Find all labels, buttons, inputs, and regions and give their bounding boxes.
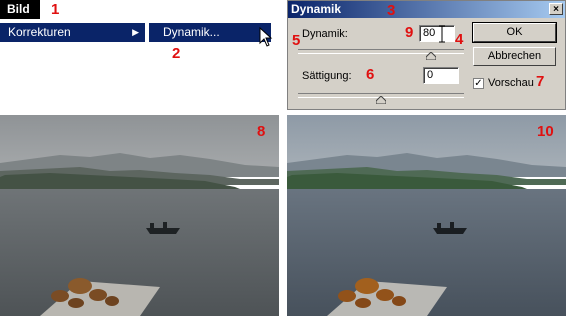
menu-bild[interactable]: Bild xyxy=(0,0,40,19)
dialog-titlebar[interactable]: Dynamik × xyxy=(288,1,565,18)
text-cursor-icon xyxy=(439,25,445,43)
mouse-pointer-icon xyxy=(259,27,273,47)
photo-after xyxy=(287,115,566,316)
photo-before xyxy=(0,115,279,316)
preview-checkbox[interactable]: ✓ xyxy=(473,78,484,89)
marker-10: 10 xyxy=(537,123,554,140)
menu-item-korrekturen-label: Korrekturen xyxy=(8,25,71,39)
preview-label: Vorschau xyxy=(488,77,534,89)
marker-6: 6 xyxy=(366,66,375,83)
dialog-title: Dynamik xyxy=(291,2,342,16)
dynamik-slider-track[interactable] xyxy=(298,49,464,54)
marker-7: 7 xyxy=(536,73,545,90)
close-icon[interactable]: × xyxy=(549,3,563,15)
checkbox-check-icon: ✓ xyxy=(474,78,483,89)
dynamik-dialog: Dynamik × Dynamik: 80 Sättigung: 0 OK Ab… xyxy=(287,0,566,110)
marker-8: 8 xyxy=(257,123,266,140)
dynamik-label: Dynamik: xyxy=(302,28,348,40)
menu-item-korrekturen[interactable]: Korrekturen ▶ xyxy=(0,23,145,42)
marker-4: 4 xyxy=(455,31,464,48)
saettigung-label: Sättigung: xyxy=(302,70,352,82)
marker-1: 1 xyxy=(51,1,60,18)
menu-item-dynamik[interactable]: Dynamik... xyxy=(149,23,271,42)
cancel-button[interactable]: Abbrechen xyxy=(473,47,556,66)
saettigung-value: 0 xyxy=(427,69,434,81)
dynamik-value: 80 xyxy=(423,27,436,39)
slider-thumb-icon[interactable] xyxy=(425,52,436,60)
dynamik-value-field[interactable]: 80 xyxy=(419,25,455,42)
ok-button[interactable]: OK xyxy=(472,22,557,43)
marker-9: 9 xyxy=(405,24,414,41)
saettigung-value-field[interactable]: 0 xyxy=(423,67,459,84)
marker-5: 5 xyxy=(292,32,301,49)
marker-3: 3 xyxy=(387,2,396,19)
slider-thumb-icon[interactable] xyxy=(376,96,386,104)
submenu-arrow-icon: ▶ xyxy=(132,27,139,37)
marker-2: 2 xyxy=(172,45,181,62)
